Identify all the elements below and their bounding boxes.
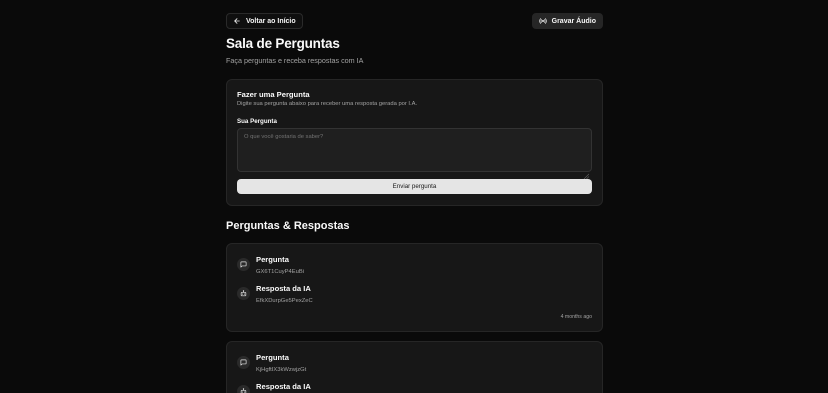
bot-icon — [237, 287, 250, 300]
qa-section-title: Perguntas & Respostas — [226, 220, 350, 232]
back-button-label: Voltar ao Início — [246, 17, 296, 25]
ask-question-card: Fazer uma Pergunta Digite sua pergunta a… — [226, 79, 603, 206]
resize-grip-icon[interactable] — [583, 166, 590, 180]
question-input[interactable] — [237, 128, 592, 172]
arrow-left-icon — [233, 17, 241, 25]
radio-icon — [538, 17, 547, 25]
page-title: Sala de Perguntas — [226, 36, 340, 51]
answer-label: Resposta da IA — [256, 382, 311, 391]
submit-question-button[interactable]: Enviar pergunta — [237, 179, 592, 194]
ask-card-description: Digite sua pergunta abaixo para receber … — [237, 101, 418, 107]
message-square-icon — [237, 258, 250, 271]
top-bar: Voltar ao Início Gravar Áudio — [226, 13, 603, 29]
question-label: Pergunta — [256, 353, 289, 362]
question-row: Pergunta KjHgftIX3kWzwjzGt — [237, 353, 306, 373]
record-audio-label: Gravar Áudio — [551, 17, 596, 25]
answer-text: EfkXDurpGe5PexZeC — [256, 298, 313, 304]
bot-icon — [237, 385, 250, 393]
question-text: GX6T1CuyP4EuBi — [256, 269, 305, 275]
qa-timestamp: 4 months ago — [560, 314, 592, 320]
qa-item: Pergunta KjHgftIX3kWzwjzGt Resposta da I… — [226, 341, 603, 393]
page: Voltar ao Início Gravar Áudio Sala de Pe… — [0, 0, 828, 393]
question-text: KjHgftIX3kWzwjzGt — [256, 367, 307, 373]
answer-row: Resposta da IA EfkXDurpGe5PexZeC — [237, 284, 313, 304]
record-audio-button[interactable]: Gravar Áudio — [531, 13, 603, 29]
answer-row: Resposta da IA — [237, 382, 311, 393]
qa-item: Pergunta GX6T1CuyP4EuBi Resposta da IA E… — [226, 243, 603, 332]
back-button[interactable]: Voltar ao Início — [226, 13, 303, 29]
ask-card-title: Fazer uma Pergunta — [237, 90, 310, 99]
question-row: Pergunta GX6T1CuyP4EuBi — [237, 255, 304, 275]
page-subtitle: Faça perguntas e receba respostas com IA — [226, 56, 364, 65]
answer-label: Resposta da IA — [256, 284, 311, 293]
message-square-icon — [237, 356, 250, 369]
question-field-label: Sua Pergunta — [237, 118, 277, 125]
question-label: Pergunta — [256, 255, 289, 264]
